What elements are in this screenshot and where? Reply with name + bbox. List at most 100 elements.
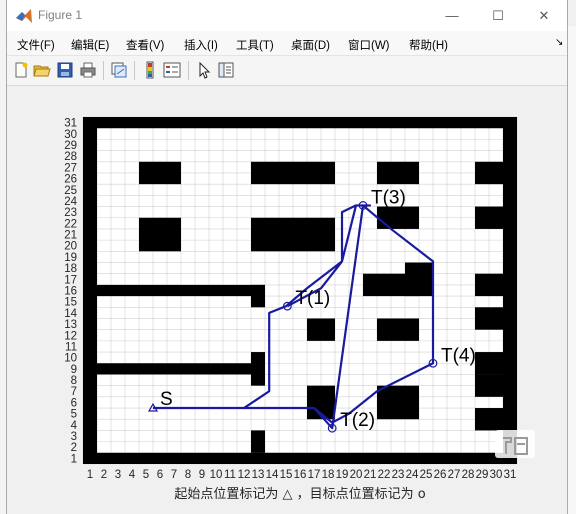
obstacle-cell — [251, 217, 335, 252]
y-tick-label: 8 — [71, 375, 77, 387]
pointer-icon[interactable] — [195, 61, 213, 79]
title-bar[interactable]: Figure 1 — ☐ ✕ — [7, 0, 567, 31]
menu-tools[interactable]: 工具(T) — [236, 37, 274, 53]
x-tick-label: 30 — [490, 469, 503, 481]
x-tick-label: 28 — [462, 469, 475, 481]
new-figure-icon[interactable] — [12, 61, 30, 79]
menu-window[interactable]: 窗口(W) — [348, 37, 390, 53]
x-tick-label: 10 — [210, 469, 223, 481]
y-tick-label: 30 — [64, 129, 77, 141]
x-tick-label: 16 — [294, 469, 307, 481]
obstacle-cell — [377, 161, 419, 185]
x-axis-label: 起始点位置标记为 △ ，目标点位置标记为 o — [174, 487, 425, 502]
y-tick-label: 10 — [64, 353, 77, 365]
toolbar — [7, 56, 567, 86]
menu-view[interactable]: 查看(V) — [126, 37, 164, 53]
menu-overflow-icon[interactable]: ↘ — [555, 37, 563, 48]
x-tick-label: 21 — [364, 469, 377, 481]
x-tick-label: 18 — [322, 469, 335, 481]
maximize-button[interactable]: ☐ — [475, 0, 521, 31]
obstacle-cell — [139, 217, 181, 252]
x-tick-label: 4 — [129, 469, 136, 481]
obstacle-cell — [377, 318, 419, 341]
y-tick-label: 16 — [64, 286, 77, 298]
y-tick-label: 14 — [64, 308, 77, 320]
watermark-logo — [495, 430, 535, 458]
obstacle-cell — [83, 452, 517, 464]
y-tick-label: 29 — [64, 140, 77, 152]
legend-icon[interactable] — [163, 61, 181, 79]
property-inspector-icon[interactable] — [217, 61, 235, 79]
minimize-button[interactable]: — — [429, 0, 475, 31]
y-tick-label: 20 — [64, 241, 77, 253]
figure-window: Figure 1 — ☐ ✕ 文件(F) 编辑(E) 查看(V) 插入(I) 工… — [6, 0, 568, 514]
x-tick-label: 9 — [199, 469, 205, 481]
y-tick-label: 19 — [64, 252, 77, 264]
obstacle-cell — [83, 117, 517, 129]
obstacle-cell — [405, 262, 433, 297]
obstacle-cell — [97, 363, 265, 375]
x-tick-label: 15 — [280, 469, 293, 481]
obstacle-cell — [475, 273, 503, 297]
y-tick-label: 11 — [65, 341, 77, 353]
menu-edit[interactable]: 编辑(E) — [71, 37, 109, 53]
obstacle-cell — [475, 352, 503, 375]
obstacle-cell — [475, 206, 503, 229]
print-icon[interactable] — [79, 61, 97, 79]
x-tick-label: 25 — [420, 469, 433, 481]
obstacle-cell — [97, 284, 265, 297]
y-tick-label: 2 — [71, 442, 77, 454]
menu-desktop[interactable]: 桌面(D) — [291, 37, 330, 53]
open-file-icon[interactable] — [33, 61, 51, 79]
x-tick-label: 8 — [185, 469, 191, 481]
y-tick-label: 22 — [64, 218, 77, 230]
target-label: T(1) — [295, 288, 330, 309]
obstacle-cell — [307, 318, 335, 341]
x-tick-label: 17 — [308, 469, 321, 481]
x-tick-label: 29 — [476, 469, 489, 481]
y-tick-label: 23 — [64, 207, 77, 219]
y-tick-label: 7 — [71, 386, 77, 398]
obstacle-cell — [83, 117, 97, 464]
y-tick-label: 12 — [64, 330, 77, 342]
obstacle-cell — [377, 385, 419, 420]
x-tick-label: 11 — [224, 469, 236, 481]
y-tick-label: 4 — [71, 420, 78, 432]
window-title: Figure 1 — [38, 8, 83, 22]
toolbar-separator — [103, 61, 104, 80]
target-label: T(4) — [441, 345, 476, 366]
start-label: S — [160, 389, 173, 410]
x-tick-label: 19 — [336, 469, 349, 481]
menu-file[interactable]: 文件(F) — [17, 37, 55, 53]
x-tick-label: 1 — [87, 469, 93, 481]
y-tick-label: 15 — [64, 297, 77, 309]
obstacle-cell — [251, 352, 265, 386]
y-tick-label: 18 — [64, 263, 77, 275]
x-tick-label: 24 — [406, 469, 419, 481]
y-tick-label: 25 — [64, 185, 77, 197]
figure-canvas[interactable]: 1 2 3 4 5 6 7 8 9 10 11 12 13 14 15 16 17 18 19 20 21 22 23 24 2… — [7, 86, 567, 514]
y-tick-label: 17 — [64, 274, 77, 286]
close-button[interactable]: ✕ — [521, 0, 567, 31]
y-tick-label: 5 — [71, 409, 77, 421]
y-tick-label: 28 — [64, 151, 77, 163]
menu-help[interactable]: 帮助(H) — [409, 37, 448, 53]
obstacle-cell — [475, 307, 503, 330]
obstacle-cell — [475, 374, 503, 397]
x-tick-label: 26 — [434, 469, 447, 481]
link-plot-icon[interactable] — [110, 61, 128, 79]
obstacle-cell — [251, 284, 265, 308]
x-tick-label: 23 — [392, 469, 405, 481]
obstacle-cell — [377, 206, 419, 229]
menu-insert[interactable]: 插入(I) — [184, 37, 218, 53]
obstacle-cell — [475, 161, 503, 185]
y-tick-label: 31 — [64, 118, 77, 130]
obstacle-cell — [475, 408, 503, 431]
save-icon[interactable] — [56, 61, 74, 79]
x-tick-label: 31 — [504, 469, 517, 481]
y-tick-label: 13 — [64, 319, 77, 331]
x-tick-label: 3 — [115, 469, 121, 481]
colorbar-icon[interactable] — [141, 61, 159, 79]
x-tick-label: 2 — [101, 469, 107, 481]
x-tick-label: 6 — [157, 469, 163, 481]
